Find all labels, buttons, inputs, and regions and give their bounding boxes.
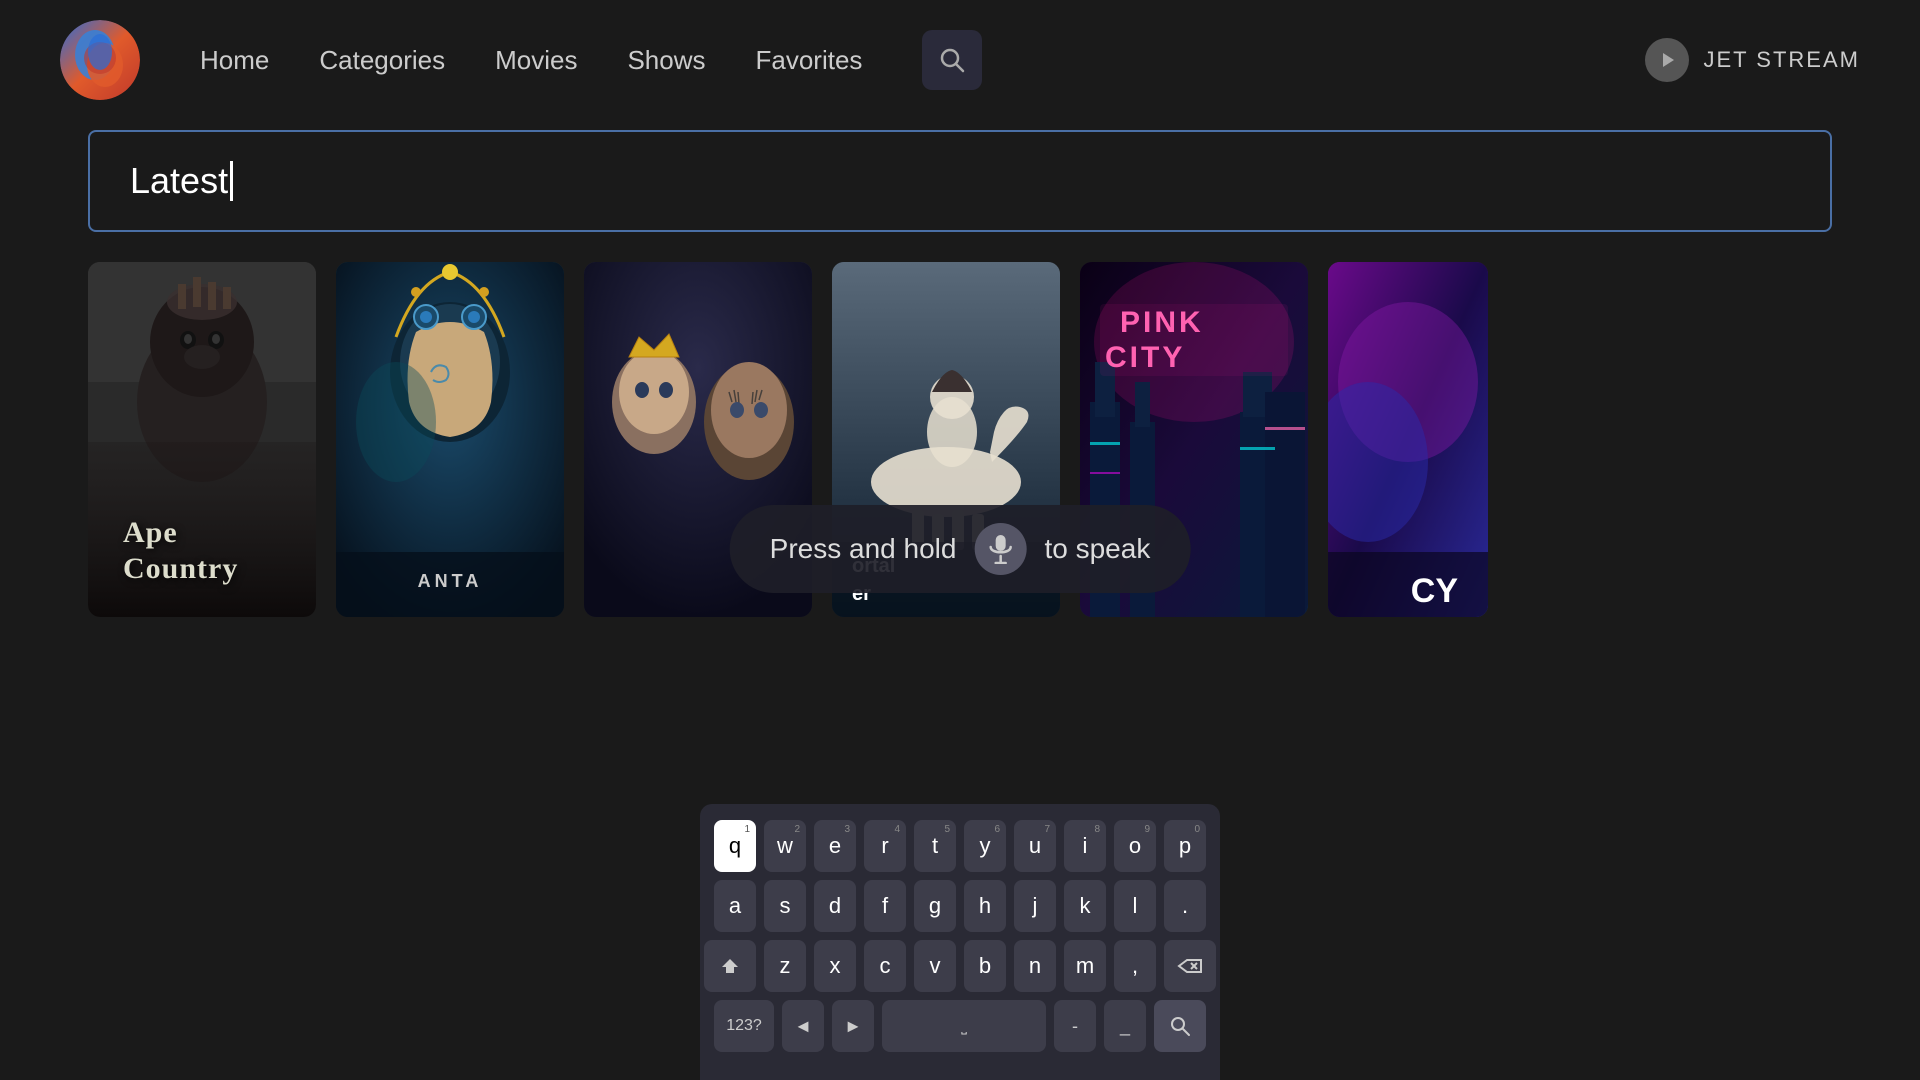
key-f[interactable]: f	[864, 880, 906, 932]
key-u[interactable]: u7	[1014, 820, 1056, 872]
card-ape-title: ApeCountry	[103, 495, 316, 607]
keyboard-row-1: q1 w2 e3 r4 t5 y6 u7 i8 o9 p0	[714, 820, 1206, 872]
key-m[interactable]: m	[1064, 940, 1106, 992]
keyboard: q1 w2 e3 r4 t5 y6 u7 i8 o9 p0 a s d f g …	[700, 804, 1220, 1080]
key-comma[interactable]: ,	[1114, 940, 1156, 992]
keyboard-row-4: 123? ◄ ► ⎵ - _	[714, 1000, 1206, 1052]
key-v[interactable]: v	[914, 940, 956, 992]
brand-play-icon	[1645, 38, 1689, 82]
key-j[interactable]: j	[1014, 880, 1056, 932]
logo	[60, 20, 140, 100]
key-hyphen[interactable]: -	[1054, 1000, 1096, 1052]
card-anta[interactable]: ANTA	[336, 262, 564, 617]
key-h[interactable]: h	[964, 880, 1006, 932]
brand-name: JET STREAM	[1703, 47, 1860, 73]
voice-label-before: Press and hold	[770, 533, 957, 565]
key-i[interactable]: i8	[1064, 820, 1106, 872]
key-right[interactable]: ►	[832, 1000, 874, 1052]
key-b[interactable]: b	[964, 940, 1006, 992]
search-button[interactable]	[922, 30, 982, 90]
key-123[interactable]: 123?	[714, 1000, 774, 1052]
key-s[interactable]: s	[764, 880, 806, 932]
brand: JET STREAM	[1645, 38, 1860, 82]
key-underscore[interactable]: _	[1104, 1000, 1146, 1052]
key-r[interactable]: r4	[864, 820, 906, 872]
key-p[interactable]: p0	[1164, 820, 1206, 872]
nav-favorites[interactable]: Favorites	[756, 45, 863, 76]
key-shift[interactable]	[704, 940, 756, 992]
key-k[interactable]: k	[1064, 880, 1106, 932]
header: Home Categories Movies Shows Favorites J…	[0, 0, 1920, 120]
key-y[interactable]: y6	[964, 820, 1006, 872]
keyboard-row-3: z x c v b n m ,	[714, 940, 1206, 992]
nav-home[interactable]: Home	[200, 45, 269, 76]
key-q[interactable]: q1	[714, 820, 756, 872]
nav-shows[interactable]: Shows	[627, 45, 705, 76]
key-g[interactable]: g	[914, 880, 956, 932]
key-t[interactable]: t5	[914, 820, 956, 872]
key-backspace[interactable]	[1164, 940, 1216, 992]
key-n[interactable]: n	[1014, 940, 1056, 992]
search-container: Latest	[88, 130, 1832, 232]
search-input-box[interactable]: Latest	[88, 130, 1832, 232]
voice-tooltip: Press and hold to speak	[730, 505, 1191, 593]
key-w[interactable]: w2	[764, 820, 806, 872]
key-l[interactable]: l	[1114, 880, 1156, 932]
key-period[interactable]: .	[1164, 880, 1206, 932]
key-e[interactable]: e3	[814, 820, 856, 872]
svg-text:ANTA: ANTA	[418, 571, 483, 591]
keyboard-row-2: a s d f g h j k l .	[714, 880, 1206, 932]
mic-button[interactable]	[974, 523, 1026, 575]
search-value: Latest	[130, 160, 228, 202]
key-space[interactable]: ⎵	[882, 1000, 1046, 1052]
key-search[interactable]	[1154, 1000, 1206, 1052]
key-z[interactable]: z	[764, 940, 806, 992]
key-left[interactable]: ◄	[782, 1000, 824, 1052]
nav-movies[interactable]: Movies	[495, 45, 577, 76]
nav: Home Categories Movies Shows Favorites	[200, 30, 1645, 90]
nav-categories[interactable]: Categories	[319, 45, 445, 76]
voice-label-after: to speak	[1044, 533, 1150, 565]
key-o[interactable]: o9	[1114, 820, 1156, 872]
key-c[interactable]: c	[864, 940, 906, 992]
card-partial[interactable]: CY	[1328, 262, 1488, 617]
text-cursor	[230, 161, 233, 201]
key-d[interactable]: d	[814, 880, 856, 932]
card-ape-country[interactable]: ApeCountry	[88, 262, 316, 617]
key-a[interactable]: a	[714, 880, 756, 932]
svg-text:CY: CY	[1411, 572, 1459, 610]
key-x[interactable]: x	[814, 940, 856, 992]
